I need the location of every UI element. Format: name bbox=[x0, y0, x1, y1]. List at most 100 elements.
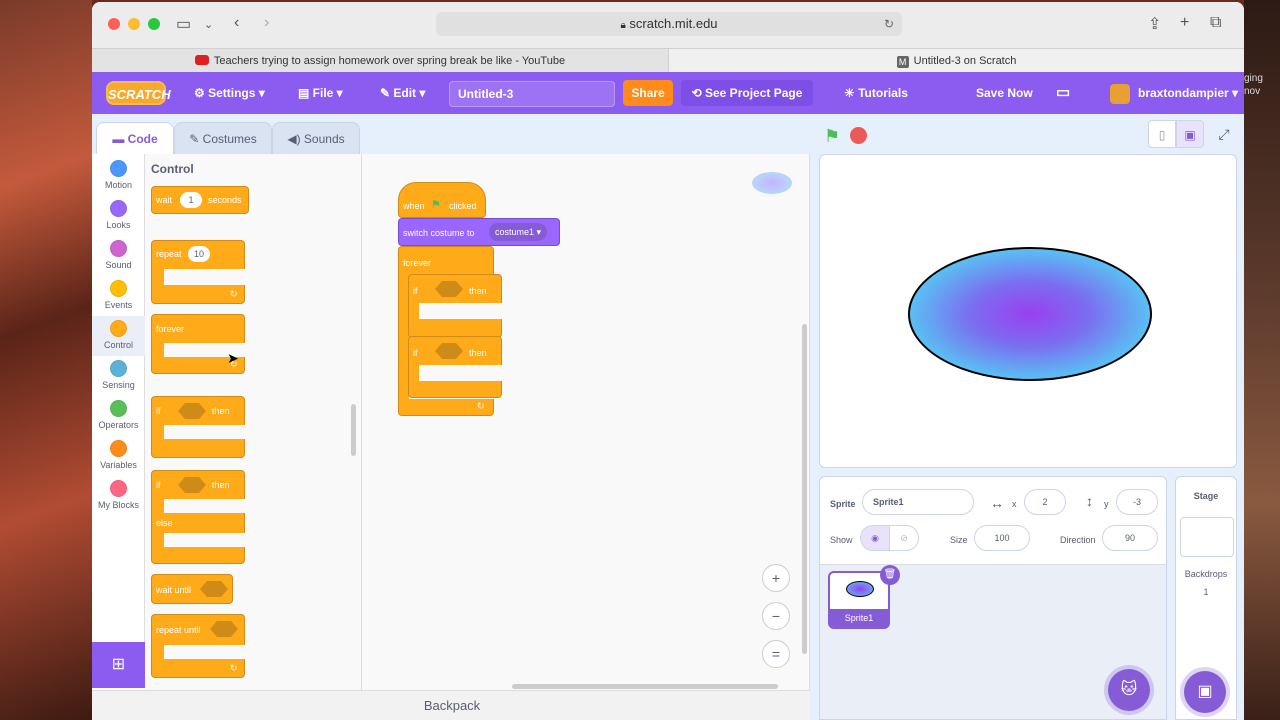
category-label: Control bbox=[103, 340, 133, 350]
stage-thumbnail[interactable] bbox=[1180, 517, 1234, 557]
condition-slot[interactable] bbox=[435, 281, 463, 297]
x-input[interactable]: 2 bbox=[1024, 489, 1066, 515]
condition-slot[interactable] bbox=[178, 477, 206, 493]
show-hidden-button[interactable]: ⊘ bbox=[889, 525, 919, 551]
address-bar[interactable]: 🔒︎ scratch.mit.edu ↻ bbox=[436, 12, 902, 36]
chevron-down-icon[interactable]: ⌄ bbox=[204, 18, 213, 31]
if-then-block[interactable]: if then bbox=[408, 336, 503, 398]
script-area[interactable]: when ⚑ clicked switch costume to costume… bbox=[362, 154, 810, 690]
see-project-page-button[interactable]: ⟲ See Project Page bbox=[681, 80, 813, 106]
y-input[interactable]: -3 bbox=[1116, 489, 1158, 515]
category-operators[interactable]: Operators bbox=[92, 400, 145, 430]
zoom-in-button[interactable]: + bbox=[762, 564, 790, 592]
category-control[interactable]: Control bbox=[92, 316, 145, 356]
script-scrollbar-vertical[interactable] bbox=[802, 324, 807, 654]
stop-icon[interactable] bbox=[850, 127, 867, 144]
tutorials-menu[interactable]: ☀ Tutorials bbox=[844, 72, 908, 114]
project-title-input[interactable]: Untitled-3 bbox=[449, 81, 615, 107]
stage-selector[interactable]: Stage Backdrops 1 ▣ bbox=[1175, 476, 1237, 720]
repeat-value-input[interactable]: 10 bbox=[188, 246, 210, 262]
green-flag-icon: ⚑ bbox=[431, 199, 441, 211]
if-then-else-block[interactable]: if then else bbox=[151, 470, 246, 564]
share-icon[interactable]: ⇪ bbox=[1148, 14, 1161, 34]
repeat-block[interactable]: repeat 10 ↻ bbox=[151, 240, 246, 304]
show-visible-button[interactable]: ◉ bbox=[860, 525, 890, 551]
browser-tab-scratch[interactable]: M Untitled-3 on Scratch bbox=[668, 49, 1244, 73]
zoom-reset-button[interactable]: = bbox=[762, 640, 790, 668]
sidebar-toggle-icon[interactable]: ▭ bbox=[176, 14, 191, 34]
save-now-button[interactable]: Save Now bbox=[976, 72, 1033, 114]
script-scrollbar-horizontal[interactable] bbox=[512, 684, 778, 689]
trash-icon[interactable]: 🗑︎ bbox=[880, 565, 900, 585]
reload-icon[interactable]: ↻ bbox=[884, 12, 894, 36]
switch-costume-block[interactable]: switch costume to costume1 ▾ bbox=[398, 218, 560, 246]
small-stage-button[interactable]: ▯ bbox=[1148, 120, 1176, 148]
block-text: forever bbox=[156, 324, 185, 334]
choose-backdrop-button[interactable]: ▣ bbox=[1184, 671, 1226, 713]
category-motion[interactable]: Motion bbox=[92, 160, 145, 190]
loop-arrow-icon: ↻ bbox=[477, 401, 485, 411]
fullscreen-button[interactable]: ⤢ bbox=[1210, 120, 1238, 148]
edit-menu[interactable]: ✎ Edit ▾ bbox=[380, 72, 425, 114]
wait-value-input[interactable]: 1 bbox=[180, 192, 202, 208]
condition-slot[interactable] bbox=[178, 403, 206, 419]
category-label: Looks bbox=[106, 220, 131, 230]
condition-slot[interactable] bbox=[210, 621, 238, 637]
folder-icon[interactable]: ▭ bbox=[1056, 72, 1070, 114]
tab-sounds[interactable]: ◀) Sounds bbox=[272, 122, 360, 154]
category-looks[interactable]: Looks bbox=[92, 200, 145, 230]
add-extension-button[interactable]: ⊞ bbox=[92, 642, 145, 688]
stage-canvas[interactable] bbox=[819, 154, 1237, 468]
block-text: switch costume to bbox=[403, 228, 475, 238]
tab-costumes[interactable]: ✎ Costumes bbox=[174, 122, 272, 154]
when-flag-clicked-block[interactable]: when ⚑ clicked bbox=[398, 182, 486, 218]
condition-slot[interactable] bbox=[435, 343, 463, 359]
account-menu[interactable]: braxtondampier ▾ bbox=[1110, 72, 1238, 114]
category-sound[interactable]: Sound bbox=[92, 240, 145, 270]
if-then-block[interactable]: if then bbox=[151, 396, 246, 458]
block-text: then bbox=[469, 348, 487, 358]
backpack[interactable]: Backpack bbox=[92, 690, 812, 720]
minimize-window-button[interactable] bbox=[128, 18, 140, 30]
green-flag-icon[interactable]: ⚑ bbox=[824, 126, 840, 147]
zoom-out-button[interactable]: − bbox=[762, 602, 790, 630]
block-text: repeat bbox=[156, 249, 182, 259]
normal-stage-button[interactable]: ▣ bbox=[1176, 120, 1204, 148]
category-my-blocks[interactable]: My Blocks bbox=[92, 480, 145, 510]
close-window-button[interactable] bbox=[108, 18, 120, 30]
share-button[interactable]: Share bbox=[623, 80, 673, 106]
browser-tab-youtube[interactable]: Teachers trying to assign homework over … bbox=[92, 49, 668, 73]
sprite-list: Sprite1 🗑︎ 🐱︎ bbox=[820, 565, 1166, 719]
wait-seconds-block[interactable]: wait 1 seconds bbox=[151, 186, 249, 214]
tab-overview-icon[interactable]: ⧉ bbox=[1210, 14, 1221, 32]
category-events[interactable]: Events bbox=[92, 280, 145, 310]
settings-menu[interactable]: ⚙ Settings ▾ bbox=[194, 72, 265, 114]
scratch-logo[interactable]: SCRATCH bbox=[106, 81, 171, 105]
sprite-ellipse[interactable] bbox=[908, 247, 1152, 381]
video-background-right bbox=[1244, 0, 1280, 720]
size-input[interactable]: 100 bbox=[974, 525, 1030, 551]
choose-sprite-button[interactable]: 🐱︎ bbox=[1108, 669, 1150, 711]
category-sensing[interactable]: Sensing bbox=[92, 360, 145, 390]
new-tab-icon[interactable]: + bbox=[1180, 14, 1189, 32]
file-menu[interactable]: ▤ File ▾ bbox=[298, 72, 343, 114]
condition-slot[interactable] bbox=[200, 581, 228, 597]
palette-scrollbar[interactable] bbox=[351, 404, 356, 456]
category-variables[interactable]: Variables bbox=[92, 440, 145, 470]
wait-until-block[interactable]: wait until bbox=[151, 574, 233, 604]
my-blocks-dot bbox=[110, 480, 127, 497]
sprite-card[interactable]: Sprite1 🗑︎ bbox=[828, 565, 900, 629]
tab-code[interactable]: ▬ Code bbox=[96, 122, 174, 154]
sprite-label: Sprite bbox=[830, 499, 856, 509]
sprite-name-input[interactable]: Sprite1 bbox=[862, 489, 974, 515]
if-then-block[interactable]: if then bbox=[408, 274, 503, 338]
normal-stage-icon: ▣ bbox=[1184, 128, 1196, 142]
costume-dropdown[interactable]: costume1 ▾ bbox=[489, 223, 548, 241]
direction-input[interactable]: 90 bbox=[1102, 525, 1158, 551]
maximize-window-button[interactable] bbox=[148, 18, 160, 30]
back-arrow-icon[interactable]: ‹ bbox=[234, 14, 239, 32]
repeat-until-block[interactable]: repeat until ↻ bbox=[151, 614, 246, 678]
forward-arrow-icon[interactable]: › bbox=[264, 14, 269, 32]
tab-costumes-label: Costumes bbox=[202, 132, 257, 146]
sprite-card-thumbnail bbox=[846, 581, 874, 597]
